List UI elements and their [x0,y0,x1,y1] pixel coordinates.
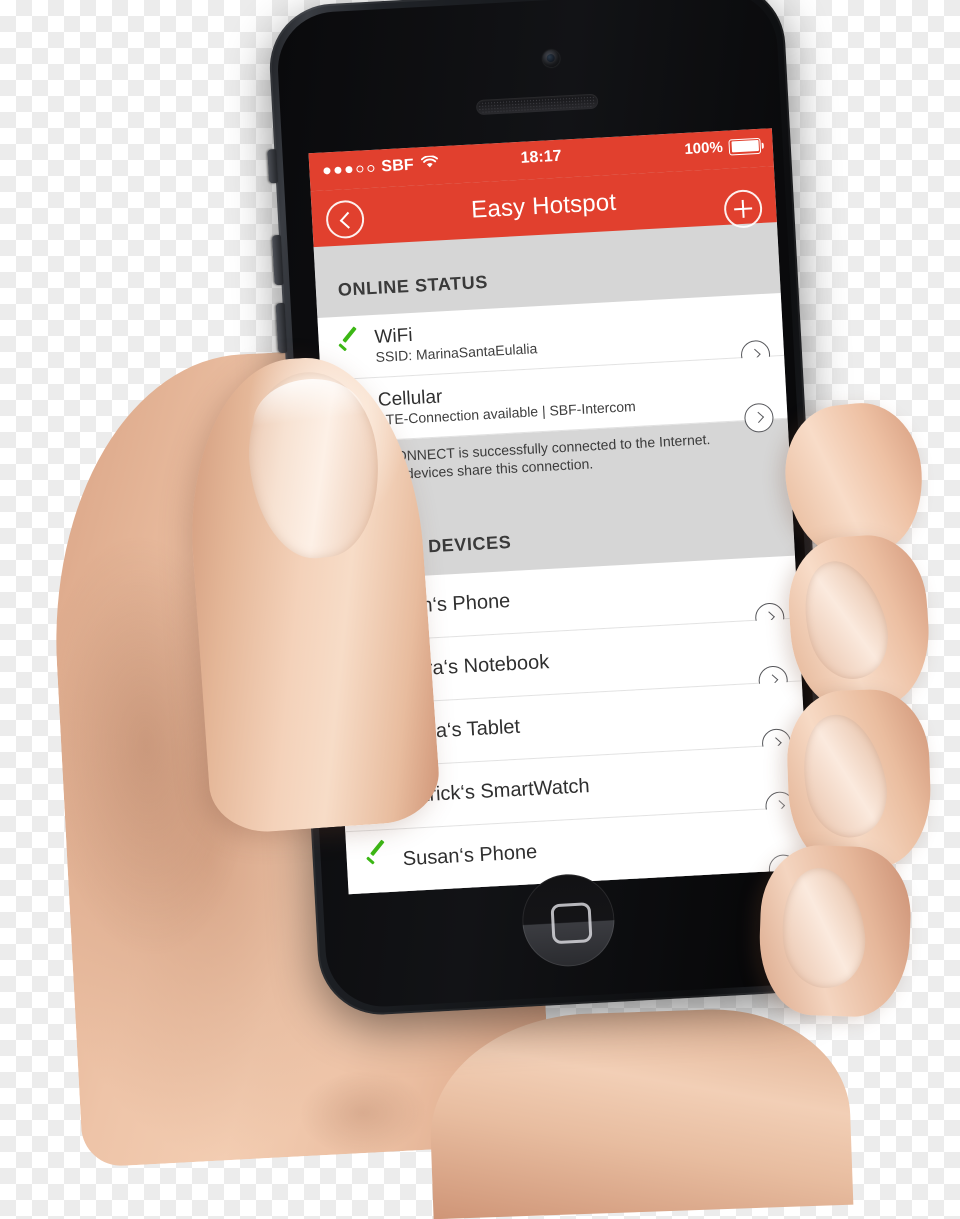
earpiece-speaker [475,93,599,116]
phone-front-face: SBF 18:17 100% Easy Hotspot ONLINE STATU… [274,0,829,1010]
check-icon [364,851,391,871]
check-icon [358,725,385,745]
device-name: Susan‘s Phone [402,841,538,871]
phone-screen[interactable]: SBF 18:17 100% Easy Hotspot ONLINE STATU… [308,128,812,895]
volume-up-button[interactable] [271,234,284,286]
mute-switch[interactable] [267,149,279,184]
battery-percent-label: 100% [684,138,724,158]
check-icon [361,788,388,808]
chevron-right-icon[interactable] [768,853,799,885]
volume-down-button[interactable] [275,302,288,354]
check-icon [340,400,367,420]
front-camera [542,49,561,68]
phone-device: SBF 18:17 100% Easy Hotspot ONLINE STATU… [266,0,862,1036]
check-icon [351,600,378,620]
device-name: John‘s Phone [388,590,511,619]
phone-body: SBF 18:17 100% Easy Hotspot ONLINE STATU… [266,0,837,1018]
device-name: Patrick‘s SmartWatch [398,775,591,808]
check-icon [354,662,381,682]
page-title: Easy Hotspot [470,188,617,224]
device-name: Laura‘s Tablet [395,716,521,745]
home-button[interactable] [519,871,617,969]
check-icon [337,337,364,357]
hand-knuckles [426,1004,854,1219]
device-name: Laura‘s Notebook [392,651,550,682]
home-square-icon [550,902,593,945]
cellular-title: Cellular [377,386,443,411]
wifi-title: WiFi [373,324,414,348]
wifi-subtitle: SSID: MarinaSantaEulalia [375,340,538,366]
battery-icon [728,137,762,156]
